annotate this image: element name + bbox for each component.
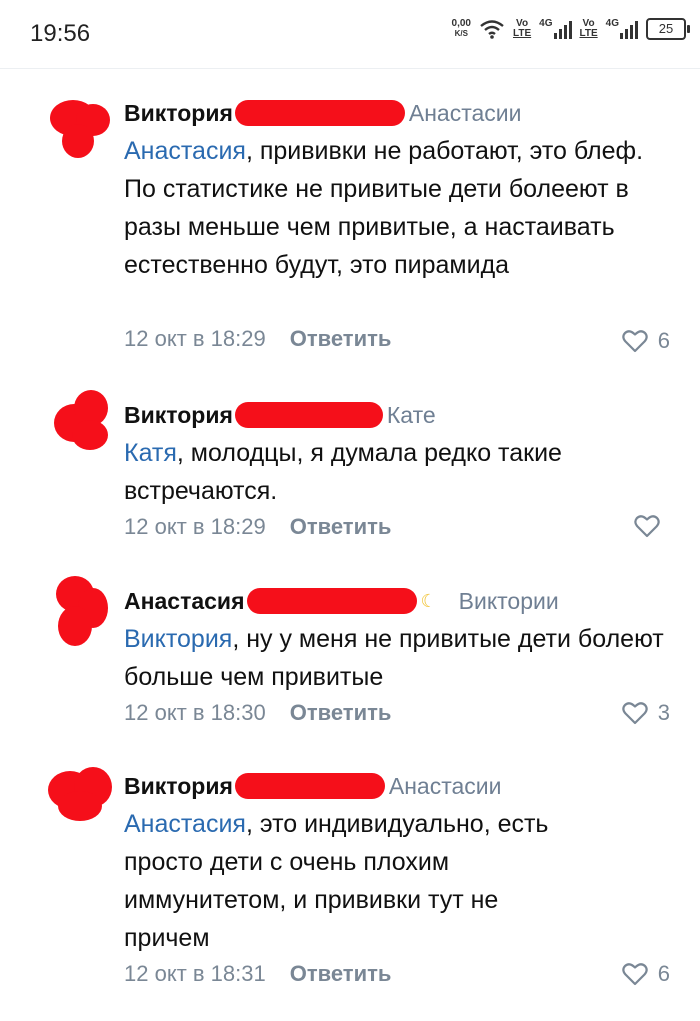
sim2-signal-icon: [620, 19, 638, 39]
reply-button[interactable]: Ответить: [290, 700, 392, 726]
comment-header: Виктория Анастасии: [124, 98, 522, 128]
reply-to-name[interactable]: Кате: [387, 402, 436, 429]
sim2-volte: Vo LTE: [580, 19, 598, 39]
comment-text: Анастасия, прививки не работают, это бле…: [124, 132, 664, 284]
heart-icon: [622, 963, 648, 986]
status-bar: 19:56 0,00 K/S Vo LTE 4G Vo LTE 4G 25: [0, 0, 700, 69]
redaction-mark: [246, 588, 417, 614]
reply-button[interactable]: Ответить: [290, 326, 392, 352]
heart-icon: [622, 330, 648, 353]
status-icons: 0,00 K/S Vo LTE 4G Vo LTE 4G 25: [452, 18, 690, 40]
reply-to-name[interactable]: Анастасии: [409, 100, 522, 127]
sim1-signal: 4G: [539, 18, 572, 39]
mention-link[interactable]: Катя: [124, 439, 177, 467]
battery-icon: 25: [646, 18, 690, 40]
avatar[interactable]: [48, 98, 110, 160]
sim2-type: 4G: [605, 18, 619, 29]
reply-to-name[interactable]: Анастасии: [389, 773, 502, 800]
network-speed: 0,00 K/S: [452, 19, 471, 39]
comment-date: 12 окт в 18:29: [124, 514, 266, 539]
sim1-signal-icon: [553, 19, 572, 39]
comment-header: Виктория Анастасии: [124, 771, 502, 801]
like-count: 6: [657, 961, 670, 986]
author-name[interactable]: Анастасия: [124, 588, 245, 615]
like-button[interactable]: 3: [622, 700, 670, 726]
like-count: 6: [657, 328, 670, 353]
comment-meta: 12 окт в 18:29 Ответить: [124, 514, 391, 540]
moon-emoji-icon: ☾: [420, 590, 437, 611]
comment-text: Катя, молодцы, я думала редко такие встр…: [124, 434, 664, 510]
reply-button[interactable]: Ответить: [290, 961, 392, 987]
comment-text: Виктория, ну у меня не привитые дети бол…: [124, 620, 664, 696]
author-name[interactable]: Виктория: [124, 773, 233, 800]
redaction-mark: [234, 773, 385, 799]
mention-link[interactable]: Виктория: [124, 625, 232, 653]
mention-link[interactable]: Анастасия: [124, 810, 246, 838]
sim1-type: 4G: [539, 18, 553, 29]
comment-date: 12 окт в 18:30: [124, 700, 266, 725]
sim2-volte-bottom: LTE: [579, 28, 598, 39]
sim1-volte: Vo LTE: [513, 19, 531, 39]
redaction-mark: [234, 402, 383, 428]
comment-meta: 12 окт в 18:30 Ответить: [124, 700, 391, 726]
comment-body: , молодцы, я думала редко такие встречаю…: [124, 439, 562, 505]
comment-header: Анастасия ☾ Виктории: [124, 586, 559, 616]
heart-icon: [622, 702, 648, 725]
status-time: 19:56: [30, 20, 91, 47]
reply-to-name[interactable]: Виктории: [459, 588, 559, 615]
author-name[interactable]: Виктория: [124, 402, 233, 429]
wifi-icon: [480, 20, 504, 39]
sim2-signal: 4G: [606, 19, 638, 39]
heart-icon: [634, 515, 660, 538]
comment-header: Виктория Кате: [124, 400, 436, 430]
like-button[interactable]: 6: [622, 328, 670, 354]
sim1-volte-bottom: LTE: [513, 28, 532, 39]
like-count: 3: [657, 700, 670, 725]
like-button[interactable]: 6: [622, 961, 670, 987]
comment-meta: 12 окт в 18:31 Ответить: [124, 961, 391, 987]
like-button[interactable]: [634, 514, 670, 538]
author-name[interactable]: Виктория: [124, 100, 233, 127]
avatar[interactable]: [48, 576, 110, 648]
mention-link[interactable]: Анастасия: [124, 137, 246, 165]
reply-button[interactable]: Ответить: [290, 514, 392, 540]
comment-date: 12 окт в 18:29: [124, 326, 266, 351]
network-speed-value: 0,00: [451, 18, 471, 29]
comment-text: Анастасия, это индивидуально, есть прост…: [124, 805, 584, 957]
redaction-mark: [234, 100, 405, 126]
comment-meta: 12 окт в 18:29 Ответить: [124, 326, 391, 352]
network-speed-unit: K/S: [454, 29, 468, 38]
comment-date: 12 окт в 18:31: [124, 961, 266, 986]
avatar[interactable]: [48, 767, 112, 833]
avatar[interactable]: [48, 390, 110, 462]
